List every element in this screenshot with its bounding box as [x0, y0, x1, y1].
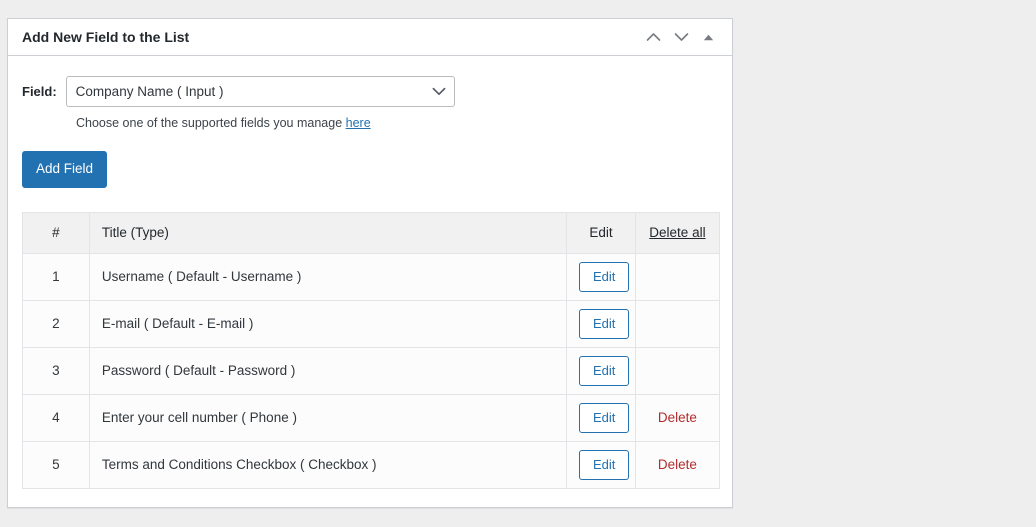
- edit-button[interactable]: Edit: [579, 309, 629, 339]
- collapse-panel-icon[interactable]: [696, 24, 720, 50]
- delete-link[interactable]: Delete: [658, 410, 697, 425]
- row-title: Password ( Default - Password ): [89, 347, 566, 394]
- row-edit-cell: Edit: [567, 347, 636, 394]
- table-row: 1 Username ( Default - Username ) Edit: [23, 253, 720, 300]
- row-title: Terms and Conditions Checkbox ( Checkbox…: [89, 441, 566, 488]
- row-edit-cell: Edit: [567, 253, 636, 300]
- delete-link[interactable]: Delete: [658, 457, 697, 472]
- table-row: 5 Terms and Conditions Checkbox ( Checkb…: [23, 441, 720, 488]
- row-edit-cell: Edit: [567, 300, 636, 347]
- field-select-row: Field: Company Name ( Input ): [22, 76, 718, 107]
- delete-all-link[interactable]: Delete all: [649, 225, 705, 240]
- table-row: 4 Enter your cell number ( Phone ) Edit …: [23, 394, 720, 441]
- move-down-icon[interactable]: [668, 24, 694, 50]
- table-header-row: # Title (Type) Edit Delete all: [23, 212, 720, 253]
- row-title: Enter your cell number ( Phone ): [89, 394, 566, 441]
- panel-header-actions: [640, 24, 720, 50]
- column-header-edit: Edit: [567, 212, 636, 253]
- row-number: 1: [23, 253, 90, 300]
- field-label: Field:: [22, 84, 57, 99]
- panel-header: Add New Field to the List: [8, 19, 732, 56]
- row-delete-cell: [635, 300, 719, 347]
- table-head: # Title (Type) Edit Delete all: [23, 212, 720, 253]
- row-title: E-mail ( Default - E-mail ): [89, 300, 566, 347]
- supported-fields-link[interactable]: here: [346, 116, 371, 130]
- row-delete-cell: Delete: [635, 394, 719, 441]
- panel-body: Field: Company Name ( Input ) Choose one…: [8, 56, 732, 507]
- table-row: 3 Password ( Default - Password ) Edit: [23, 347, 720, 394]
- edit-button[interactable]: Edit: [579, 356, 629, 386]
- column-header-number: #: [23, 212, 90, 253]
- column-header-title: Title (Type): [89, 212, 566, 253]
- row-number: 2: [23, 300, 90, 347]
- row-delete-cell: [635, 347, 719, 394]
- page-title: Add New Field to the List: [22, 30, 640, 44]
- field-help-text: Choose one of the supported fields you m…: [76, 116, 718, 130]
- table-body: 1 Username ( Default - Username ) Edit 2…: [23, 253, 720, 488]
- row-number: 4: [23, 394, 90, 441]
- row-delete-cell: Delete: [635, 441, 719, 488]
- add-field-button[interactable]: Add Field: [22, 151, 107, 188]
- edit-button[interactable]: Edit: [579, 403, 629, 433]
- row-title: Username ( Default - Username ): [89, 253, 566, 300]
- row-delete-cell: [635, 253, 719, 300]
- move-up-icon[interactable]: [640, 24, 666, 50]
- column-header-delete-all: Delete all: [635, 212, 719, 253]
- row-edit-cell: Edit: [567, 394, 636, 441]
- row-number: 3: [23, 347, 90, 394]
- add-new-field-panel: Add New Field to the List Field: Company…: [7, 18, 733, 508]
- help-text-label: Choose one of the supported fields you m…: [76, 116, 346, 130]
- edit-button[interactable]: Edit: [579, 450, 629, 480]
- field-select-wrapper: Company Name ( Input ): [66, 76, 455, 107]
- edit-button[interactable]: Edit: [579, 262, 629, 292]
- field-select[interactable]: Company Name ( Input ): [66, 76, 455, 107]
- fields-table: # Title (Type) Edit Delete all 1 Usernam…: [22, 212, 720, 489]
- table-row: 2 E-mail ( Default - E-mail ) Edit: [23, 300, 720, 347]
- row-number: 5: [23, 441, 90, 488]
- row-edit-cell: Edit: [567, 441, 636, 488]
